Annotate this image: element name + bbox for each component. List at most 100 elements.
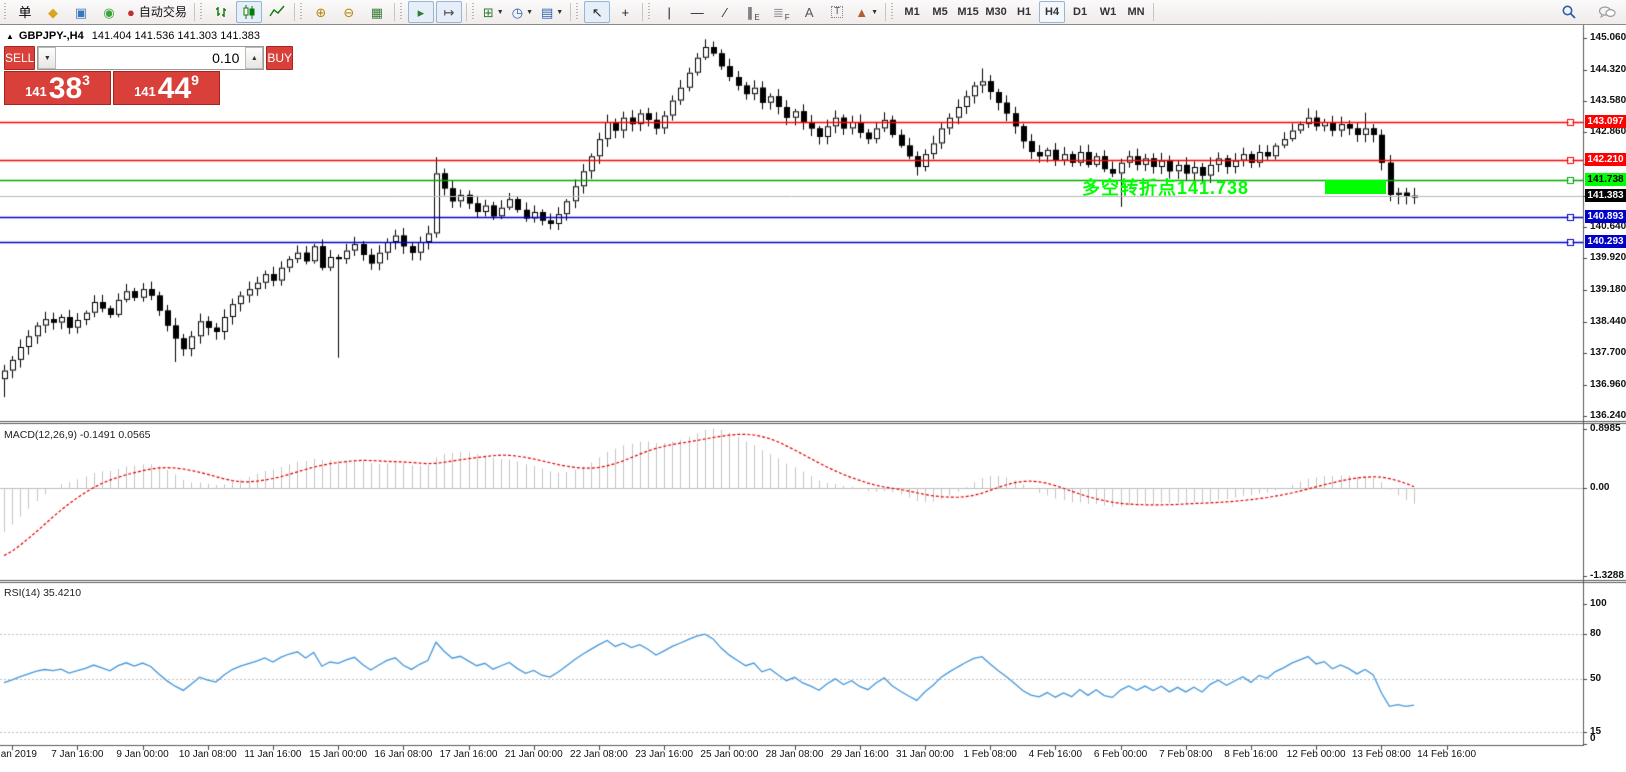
mt4-window: 单◆▣◉●自动交易⊕⊖▦▸↦⊞▼◷▼▤▼↖+|—∕∥E≣FAT▲▼M1M5M15… — [0, 0, 1626, 772]
autoscroll-button[interactable]: ▸ — [408, 1, 434, 23]
indicators-button[interactable]: ⊞▼ — [480, 1, 507, 23]
buy-price-pip: 9 — [191, 72, 199, 88]
toolbar-grip — [648, 3, 653, 21]
autotrading-button[interactable]: ●自动交易 — [124, 1, 190, 23]
indicators-button-glyph: ⊞ — [483, 6, 494, 19]
ohlc-values: 141.404 141.536 141.303 141.383 — [92, 30, 260, 42]
timeframe-button-w1[interactable]: W1 — [1095, 1, 1121, 23]
toolbar-separator — [642, 3, 643, 21]
periods-button[interactable]: ◷▼ — [509, 1, 536, 23]
timeframe-button-m15[interactable]: M15 — [955, 1, 981, 23]
dropdown-caret-icon[interactable]: ▼ — [871, 9, 878, 16]
gold-ingot-icon-glyph: ◆ — [48, 6, 58, 19]
text-button[interactable]: A — [796, 1, 822, 23]
autoscroll-button-glyph: ▸ — [418, 6, 425, 19]
horizontal-line-button[interactable]: — — [684, 1, 710, 23]
timeframe-button-m1[interactable]: M1 — [899, 1, 925, 23]
bars-chart-button[interactable] — [208, 1, 234, 23]
timeframe-button-d1[interactable]: D1 — [1067, 1, 1093, 23]
timeframe-button-h4[interactable]: H4 — [1039, 1, 1065, 23]
label-button-glyph: T — [831, 6, 843, 18]
templates-button[interactable]: ▤▼ — [538, 1, 566, 23]
pivot-annotation-text[interactable]: 多空转折点141.738 — [1082, 174, 1249, 200]
zoom-in-button-glyph: ⊕ — [315, 6, 326, 19]
trendline-button-glyph: ∕ — [724, 6, 726, 19]
text-button-glyph: A — [805, 6, 814, 19]
sell-price-display[interactable]: 141 38 3 — [4, 71, 111, 105]
candles-chart-button[interactable] — [236, 1, 262, 23]
fibonacci-button[interactable]: ≣F — [768, 1, 794, 23]
arrows-button[interactable]: ▲▼ — [852, 1, 881, 23]
rsi-indicator-label: RSI(14) 35.4210 — [4, 587, 81, 599]
chart-window: ▲ GBPJPY-,H4 141.404 141.536 141.303 141… — [0, 25, 1626, 772]
collapse-panel-icon[interactable]: ▲ — [6, 32, 14, 41]
zoom-in-button[interactable]: ⊕ — [308, 1, 334, 23]
tile-windows-button[interactable]: ▦ — [364, 1, 390, 23]
sell-price-big: 38 — [49, 76, 82, 102]
toolbar-separator — [394, 3, 395, 21]
arrows-button-glyph: ▲ — [855, 6, 868, 19]
timeframe-button-m30[interactable]: M30 — [983, 1, 1009, 23]
buy-price-prefix: 141 — [134, 84, 156, 99]
templates-button-glyph: ▤ — [541, 6, 553, 19]
sell-price-pip: 3 — [82, 72, 90, 88]
zoom-out-button[interactable]: ⊖ — [336, 1, 362, 23]
buy-button[interactable]: BUY — [266, 46, 293, 70]
toolbar-grip — [472, 3, 477, 21]
timeframe-button-h1[interactable]: H1 — [1011, 1, 1037, 23]
toolbar-separator — [885, 3, 886, 21]
macd-indicator-label: MACD(12,26,9) -0.1491 0.0565 — [4, 429, 151, 441]
chart-shift-button[interactable]: ↦ — [436, 1, 462, 23]
toolbar-separator — [466, 3, 467, 21]
volume-increase-button[interactable]: ▲ — [245, 47, 263, 69]
one-click-trading-panel: SELL ▼ ▲ BUY 141 38 3 141 44 9 — [4, 46, 223, 105]
search-icon[interactable] — [1556, 1, 1582, 23]
crosshair-button-glyph: + — [621, 6, 629, 19]
buy-price-display[interactable]: 141 44 9 — [113, 71, 220, 105]
channel-button-glyph: ∥ — [747, 6, 754, 19]
line-chart-button[interactable] — [264, 1, 290, 23]
new-order-button[interactable]: 单 — [12, 1, 38, 23]
toolbar-grip — [400, 3, 405, 21]
channel-button[interactable]: ∥E — [740, 1, 766, 23]
toolbar-grip — [891, 3, 896, 21]
price-chart-canvas[interactable] — [0, 25, 1626, 772]
sell-price-prefix: 141 — [25, 84, 47, 99]
crosshair-button[interactable]: + — [612, 1, 638, 23]
timeframe-button-m5[interactable]: M5 — [927, 1, 953, 23]
vertical-line-button-glyph: | — [668, 6, 671, 19]
volume-decrease-button[interactable]: ▼ — [38, 47, 56, 69]
periods-button-glyph: ◷ — [512, 6, 523, 19]
timeframe-button-mn[interactable]: MN — [1123, 1, 1149, 23]
tile-windows-button-glyph: ▦ — [371, 6, 383, 19]
dropdown-caret-icon[interactable]: ▼ — [526, 9, 533, 16]
cursor-button[interactable]: ↖ — [584, 1, 610, 23]
toolbar-grip — [200, 3, 205, 21]
toolbar: 单◆▣◉●自动交易⊕⊖▦▸↦⊞▼◷▼▤▼↖+|—∕∥E≣FAT▲▼M1M5M15… — [0, 0, 1626, 25]
profiles-icon-glyph: ▣ — [75, 6, 87, 19]
toolbar-grip — [4, 3, 9, 21]
autotrading-label: 自动交易 — [139, 6, 187, 18]
dropdown-caret-icon[interactable]: ▼ — [556, 9, 563, 16]
signal-icon-glyph: ◉ — [103, 6, 114, 19]
new-order-button-glyph: 单 — [18, 6, 31, 19]
symbol-period-label: GBPJPY-,H4 — [19, 30, 84, 42]
label-button[interactable]: T — [824, 1, 850, 23]
zoom-out-button-glyph: ⊖ — [343, 6, 354, 19]
trendline-button[interactable]: ∕ — [712, 1, 738, 23]
toolbar-separator — [570, 3, 571, 21]
buy-price-big: 44 — [158, 76, 191, 102]
sub-letter: F — [785, 14, 790, 22]
volume-input[interactable] — [56, 47, 245, 69]
toolbar-separator — [294, 3, 295, 21]
highlight-rectangle[interactable] — [1325, 180, 1386, 194]
dropdown-caret-icon[interactable]: ▼ — [497, 9, 504, 16]
signal-icon[interactable]: ◉ — [96, 1, 122, 23]
symbol-header: ▲ GBPJPY-,H4 141.404 141.536 141.303 141… — [6, 30, 260, 42]
gold-ingot-icon[interactable]: ◆ — [40, 1, 66, 23]
sell-button[interactable]: SELL — [4, 46, 35, 70]
chat-icon[interactable] — [1594, 1, 1620, 23]
vertical-line-button[interactable]: | — [656, 1, 682, 23]
cursor-button-glyph: ↖ — [592, 6, 603, 19]
profiles-icon[interactable]: ▣ — [68, 1, 94, 23]
